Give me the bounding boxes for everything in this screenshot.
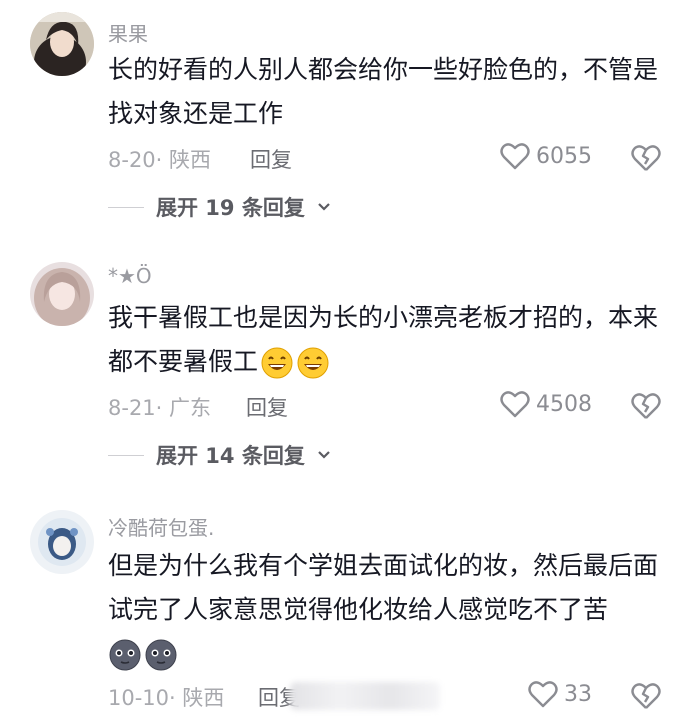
comment-text: 我干暑假工也是因为长的小漂亮老板才招的，本来都不要暑假工 <box>108 296 668 384</box>
comment-meta: 8-21· 广东 <box>108 392 211 422</box>
meta-separator: · <box>155 148 163 172</box>
comment-meta: 8-20· 陕西 <box>108 144 211 174</box>
comment-username[interactable]: 冷酷荷包蛋. <box>108 512 214 541</box>
avatar[interactable] <box>30 262 94 326</box>
grin-emoji <box>261 347 293 379</box>
divider-line <box>108 454 144 456</box>
chevron-down-icon <box>318 203 330 211</box>
like-count: 4508 <box>536 391 592 417</box>
like-button[interactable]: 4508 <box>500 390 592 418</box>
reply-button[interactable]: 回复 <box>250 144 292 174</box>
heart-outline-icon <box>500 391 530 418</box>
heart-outline-icon <box>528 681 558 708</box>
comment-text: 长的好看的人别人都会给你一些好脸色的，不管是找对象还是工作 <box>108 55 659 128</box>
comment-username[interactable]: 果果 <box>108 18 148 47</box>
comment-date: 8-21 <box>108 396 156 420</box>
comment-meta: 10-10· 陕西 <box>108 682 224 712</box>
comment-text-body: 但是为什么我有个学姐去面试化的妆，然后最后面试完了人家意思觉得他化妆给人感觉吃不… <box>108 551 659 624</box>
reply-button[interactable]: 回复 <box>246 392 288 422</box>
like-count: 33 <box>564 681 592 707</box>
chevron-down-icon <box>318 451 330 459</box>
moon-face-emoji <box>145 639 177 671</box>
moon-face-emoji <box>109 639 141 671</box>
meta-separator: · <box>169 686 176 710</box>
divider-line <box>108 206 144 208</box>
comment-date: 8-20 <box>108 148 156 172</box>
heart-outline-icon <box>500 143 530 170</box>
comment-text-body: 我干暑假工也是因为长的小漂亮老板才招的，本来都不要暑假工 <box>108 303 659 376</box>
avatar[interactable] <box>30 12 94 76</box>
dislike-broken-heart-icon[interactable] <box>630 142 662 172</box>
comment-text: 但是为什么我有个学姐去面试化的妆，然后最后面试完了人家意思觉得他化妆给人感觉吃不… <box>108 544 668 676</box>
comment-location: 陕西 <box>182 686 225 710</box>
like-button[interactable]: 6055 <box>500 142 592 170</box>
grin-emoji <box>297 347 329 379</box>
comment-date: 10-10 <box>108 686 170 710</box>
comment-location: 陕西 <box>169 148 212 172</box>
like-button[interactable]: 33 <box>528 680 592 708</box>
expand-replies-label: 展开 19 条回复 <box>156 196 305 220</box>
avatar[interactable] <box>30 510 94 574</box>
dislike-broken-heart-icon[interactable] <box>630 390 662 420</box>
comment-username[interactable]: *★Ö <box>108 264 152 288</box>
meta-separator: · <box>155 396 163 420</box>
dislike-broken-heart-icon[interactable] <box>630 680 662 710</box>
comment-location: 广东 <box>169 396 212 420</box>
like-count: 6055 <box>536 143 592 169</box>
blurred-overlay <box>290 682 440 710</box>
expand-replies-button[interactable]: 展开 14 条回复 <box>108 440 331 470</box>
expand-replies-label: 展开 14 条回复 <box>156 444 305 468</box>
expand-replies-button[interactable]: 展开 19 条回复 <box>108 192 331 222</box>
